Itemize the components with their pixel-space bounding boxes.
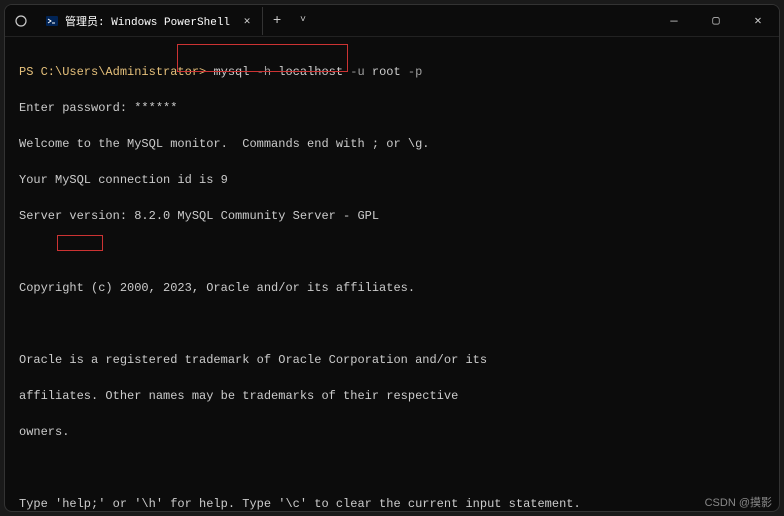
flag-h: -h — [249, 65, 278, 79]
menu-icon[interactable] — [5, 5, 37, 36]
close-button[interactable]: ✕ — [737, 5, 779, 36]
blank-1 — [19, 243, 765, 261]
watermark: CSDN @摸影 — [705, 494, 772, 510]
trademark-3: owners. — [19, 423, 765, 441]
help-line: Type 'help;' or '\h' for help. Type '\c'… — [19, 495, 765, 511]
maximize-button[interactable]: ▢ — [695, 5, 737, 36]
blank-3 — [19, 459, 765, 477]
powershell-icon — [45, 14, 59, 28]
cmd-mysql: mysql — [213, 65, 249, 79]
flag-p: -p — [401, 65, 423, 79]
blank-2 — [19, 315, 765, 333]
trademark-2: affiliates. Other names may be trademark… — [19, 387, 765, 405]
host-arg: localhost — [278, 65, 343, 79]
trademark-1: Oracle is a registered trademark of Orac… — [19, 351, 765, 369]
minimize-button[interactable]: — — [653, 5, 695, 36]
tab-area: 管理员: Windows PowerShell ✕ + ˅ — [5, 5, 315, 36]
titlebar: 管理员: Windows PowerShell ✕ + ˅ — ▢ ✕ — [5, 5, 779, 37]
flag-u: -u — [343, 65, 372, 79]
chevron-down-icon[interactable]: ˅ — [291, 7, 315, 35]
new-tab-button[interactable]: + — [263, 7, 291, 35]
copyright: Copyright (c) 2000, 2023, Oracle and/or … — [19, 279, 765, 297]
window-controls: — ▢ ✕ — [653, 5, 779, 36]
welcome-1: Welcome to the MySQL monitor. Commands e… — [19, 135, 765, 153]
tab-close-icon[interactable]: ✕ — [240, 14, 254, 28]
welcome-3: Server version: 8.2.0 MySQL Community Se… — [19, 207, 765, 225]
enter-password: Enter password: ****** — [19, 99, 765, 117]
tab-title: 管理员: Windows PowerShell — [65, 13, 230, 29]
tab-powershell[interactable]: 管理员: Windows PowerShell ✕ — [37, 7, 263, 35]
user-arg: root — [372, 65, 401, 79]
terminal-window: 管理员: Windows PowerShell ✕ + ˅ — ▢ ✕ PS C… — [4, 4, 780, 512]
ps-prompt: PS C:\Users\Administrator> — [19, 65, 213, 79]
prompt-line: PS C:\Users\Administrator> mysql -h loca… — [19, 63, 765, 81]
welcome-2: Your MySQL connection id is 9 — [19, 171, 765, 189]
terminal-body[interactable]: PS C:\Users\Administrator> mysql -h loca… — [5, 37, 779, 511]
